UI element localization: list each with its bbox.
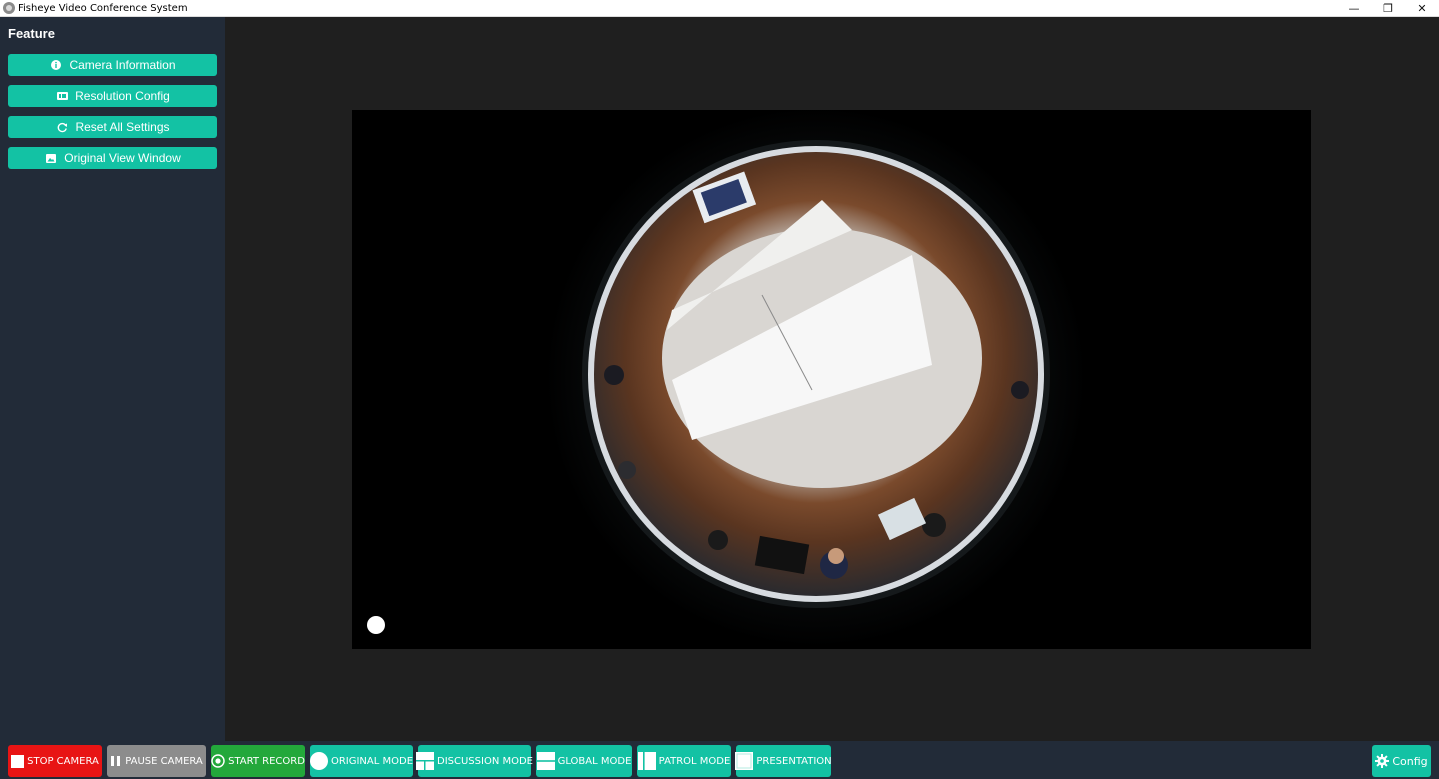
circle-view-icon [309, 752, 328, 770]
record-icon [211, 754, 225, 768]
original-view-window-button[interactable]: Original View Window [8, 147, 217, 169]
start-record-label: START RECORD [228, 755, 305, 767]
config-label: Config [1392, 754, 1428, 768]
presentation-button[interactable]: PRESENTATION [735, 745, 832, 777]
app-logo-icon [3, 2, 15, 14]
original-mode-button[interactable]: ORIGINAL MODE [309, 745, 414, 777]
feature-heading: Feature [8, 26, 55, 41]
title-bar: Fisheye Video Conference System — ❐ ✕ [0, 0, 1439, 17]
patrol-mode-button[interactable]: PATROL MODE [637, 745, 731, 777]
global-mode-label: GLOBAL MODE [557, 755, 632, 767]
discussion-mode-label: DISCUSSION MODE [437, 755, 533, 767]
minimize-button[interactable]: — [1337, 0, 1371, 17]
restore-button[interactable]: ❐ [1371, 0, 1405, 17]
discussion-mode-button[interactable]: DISCUSSION MODE [416, 745, 533, 777]
info-icon [49, 58, 63, 72]
camera-information-label: Camera Information [69, 58, 176, 72]
pause-icon [110, 755, 122, 767]
refresh-icon [55, 120, 69, 134]
window-title: Fisheye Video Conference System [18, 2, 188, 14]
fisheye-video-feed[interactable] [352, 110, 1311, 649]
close-button[interactable]: ✕ [1405, 0, 1439, 17]
stop-camera-label: STOP CAMERA [27, 755, 99, 767]
config-button[interactable]: Config [1372, 745, 1431, 777]
pause-camera-label: PAUSE CAMERA [125, 755, 203, 767]
stop-icon [11, 754, 25, 768]
image-icon [44, 151, 58, 165]
gear-icon [1375, 754, 1390, 768]
panorama-layout-icon [536, 752, 555, 770]
resolution-config-button[interactable]: Resolution Config [8, 85, 217, 107]
patrol-mode-label: PATROL MODE [658, 755, 731, 767]
resolution-config-label: Resolution Config [75, 89, 170, 103]
resolution-icon [55, 89, 69, 103]
fisheye-image [546, 110, 1086, 647]
window-controls: — ❐ ✕ [1337, 0, 1439, 17]
original-mode-label: ORIGINAL MODE [330, 755, 414, 767]
side-layout-icon [637, 752, 656, 770]
feature-sidebar: Feature Camera Information Resolution Co… [0, 17, 225, 741]
presentation-icon [735, 752, 754, 770]
stop-camera-button[interactable]: STOP CAMERA [8, 745, 102, 777]
bottom-toolbar: STOP CAMERA PAUSE CAMERA START RECORD OR… [0, 741, 1439, 779]
ptz-control-dot[interactable] [367, 616, 385, 634]
original-view-window-label: Original View Window [64, 151, 181, 165]
global-mode-button[interactable]: GLOBAL MODE [536, 745, 632, 777]
reset-all-settings-button[interactable]: Reset All Settings [8, 116, 217, 138]
split-layout-icon [416, 752, 434, 770]
pause-camera-button[interactable]: PAUSE CAMERA [107, 745, 206, 777]
reset-all-settings-label: Reset All Settings [75, 120, 170, 134]
presentation-label: PRESENTATION [756, 755, 832, 767]
start-record-button[interactable]: START RECORD [211, 745, 305, 777]
camera-information-button[interactable]: Camera Information [8, 54, 217, 76]
